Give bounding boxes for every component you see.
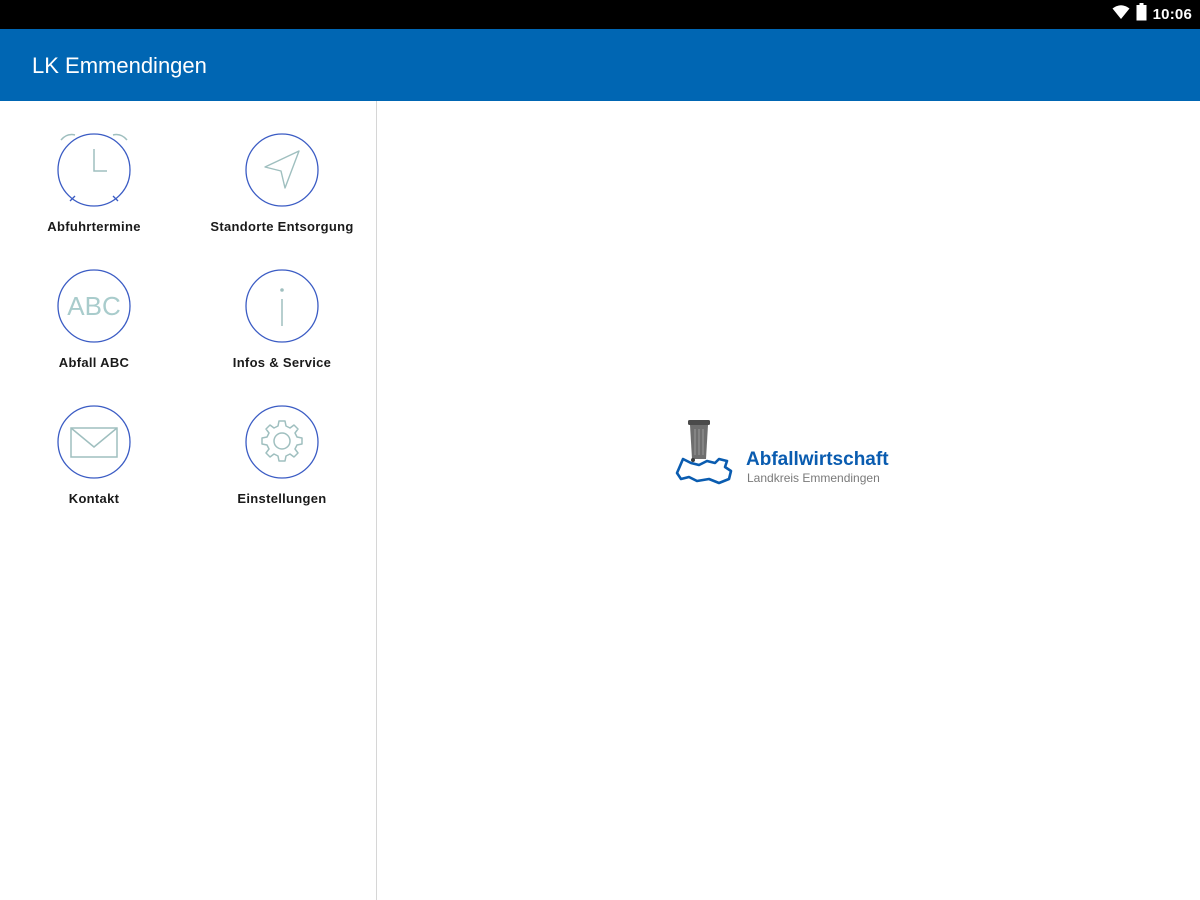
abfallwirtschaft-logo: Abfallwirtschaft Landkreis Emmendingen: [671, 415, 911, 495]
menu-item-label: Einstellungen: [237, 491, 327, 506]
navigation-arrow-icon: [245, 133, 319, 207]
waste-bin-logo-icon: [675, 420, 733, 485]
menu-item-einstellungen[interactable]: Einstellungen: [188, 405, 376, 525]
logo-subtitle: Landkreis Emmendingen: [747, 471, 880, 485]
alarm-clock-icon: [57, 133, 131, 207]
battery-icon: [1136, 3, 1147, 26]
status-time: 10:06: [1152, 6, 1192, 23]
app-bar: LK Emmendingen: [0, 29, 1200, 101]
menu-item-label: Abfall ABC: [58, 355, 130, 370]
menu-item-abfuhrtermine[interactable]: Abfuhrtermine: [0, 133, 188, 253]
app-title: LK Emmendingen: [32, 53, 207, 78]
abc-icon: ABC: [57, 269, 131, 343]
abc-icon-text: ABC: [67, 291, 120, 321]
menu-item-label: Infos & Service: [232, 355, 332, 370]
info-icon: [245, 269, 319, 343]
main-content: Abfallwirtschaft Landkreis Emmendingen: [377, 101, 1200, 900]
wifi-icon: [1112, 4, 1130, 25]
status-bar: 10:06: [0, 0, 1200, 29]
menu-item-standorte-entsorgung[interactable]: Standorte Entsorgung: [188, 133, 376, 253]
logo-title: Abfallwirtschaft: [746, 449, 889, 470]
menu-item-label: Standorte Entsorgung: [210, 219, 354, 234]
menu-item-abfall-abc[interactable]: ABC Abfall ABC: [0, 269, 188, 389]
menu-item-infos-service[interactable]: Infos & Service: [188, 269, 376, 389]
menu-item-label: Abfuhrtermine: [47, 219, 141, 234]
mail-icon: [57, 405, 131, 479]
gear-icon: [245, 405, 319, 479]
menu-item-label: Kontakt: [68, 491, 120, 506]
sidebar-menu: Abfuhrtermine Standorte Entsorgung ABC A…: [0, 101, 377, 900]
status-icons: 10:06: [1112, 0, 1192, 29]
menu-item-kontakt[interactable]: Kontakt: [0, 405, 188, 525]
